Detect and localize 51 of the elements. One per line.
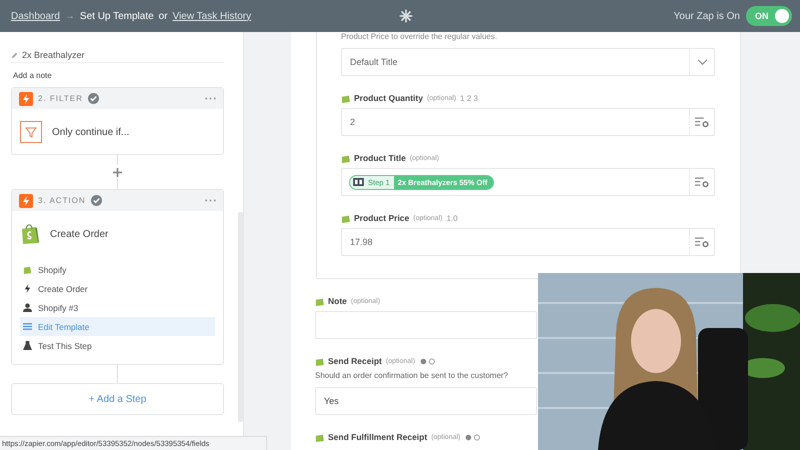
field-label: Send Fulfillment Receipt: [328, 432, 428, 442]
page-title: Set Up Template: [80, 10, 154, 22]
asterisk-logo-icon[interactable]: [399, 9, 413, 23]
zap-name-field[interactable]: 2x Breathalyzer: [11, 50, 224, 63]
step-title[interactable]: Create Order: [50, 228, 108, 240]
field-hint: 1.0: [446, 214, 458, 222]
step-menu-item[interactable]: Create Order: [20, 279, 215, 298]
scrollbar[interactable]: [238, 212, 243, 422]
step-menu-item[interactable]: Shopify: [20, 260, 215, 279]
add-step-button[interactable]: + Add a Step: [11, 383, 224, 415]
add-step-plus-icon[interactable]: [113, 165, 122, 179]
field-label: Product Title: [354, 153, 406, 163]
more-icon[interactable]: [205, 97, 216, 100]
step-menu-item[interactable]: Edit Template: [20, 317, 215, 336]
filter-icon: [20, 121, 42, 143]
bolt-icon: [19, 92, 33, 106]
user-icon: [23, 303, 32, 312]
list-icon: [23, 322, 32, 331]
step-title[interactable]: Only continue if...: [52, 126, 130, 138]
pencil-icon: [11, 52, 18, 58]
insert-data-icon[interactable]: [695, 236, 709, 248]
breadcrumb-link[interactable]: Dashboard: [11, 10, 60, 22]
field-hint: 1 2 3: [460, 94, 478, 102]
field-description: Should an order confirmation be sent to the customer?: [315, 371, 509, 380]
field-label: Product Price: [354, 213, 410, 223]
step-label: 3. ACTION: [38, 196, 86, 205]
select-field[interactable]: Default Title: [341, 48, 715, 76]
step-label: 2. FILTER: [38, 94, 83, 103]
field-label: Note: [328, 296, 347, 306]
breadcrumb-link[interactable]: View Task History: [172, 10, 252, 22]
step-menu-item[interactable]: Test This Step: [20, 336, 215, 355]
insert-data-icon[interactable]: [695, 176, 709, 188]
breadcrumb-text: or: [158, 10, 168, 22]
text-field[interactable]: 17.98: [341, 228, 715, 256]
app-logo-icon: [353, 178, 364, 186]
bolt-icon: [19, 194, 33, 208]
breadcrumb-separator: →: [64, 10, 75, 22]
text-field[interactable]: 2: [341, 108, 715, 136]
more-icon[interactable]: [205, 199, 216, 202]
zap-status-label: Your Zap is On: [674, 10, 740, 22]
field-label: Send Receipt: [328, 356, 382, 366]
field-description: Product Price to override the regular values.: [341, 32, 498, 42]
add-note-link[interactable]: Add a note: [13, 71, 224, 80]
chevron-down-icon: [696, 58, 708, 66]
step-menu-item[interactable]: Shopify #3: [20, 298, 215, 317]
insert-data-icon[interactable]: [695, 116, 709, 128]
select-field[interactable]: Yes: [315, 387, 537, 415]
flask-icon: [23, 341, 32, 350]
bolt-icon: [23, 284, 32, 293]
text-field[interactable]: [315, 311, 537, 339]
field-label: Product Quantity: [354, 93, 423, 103]
